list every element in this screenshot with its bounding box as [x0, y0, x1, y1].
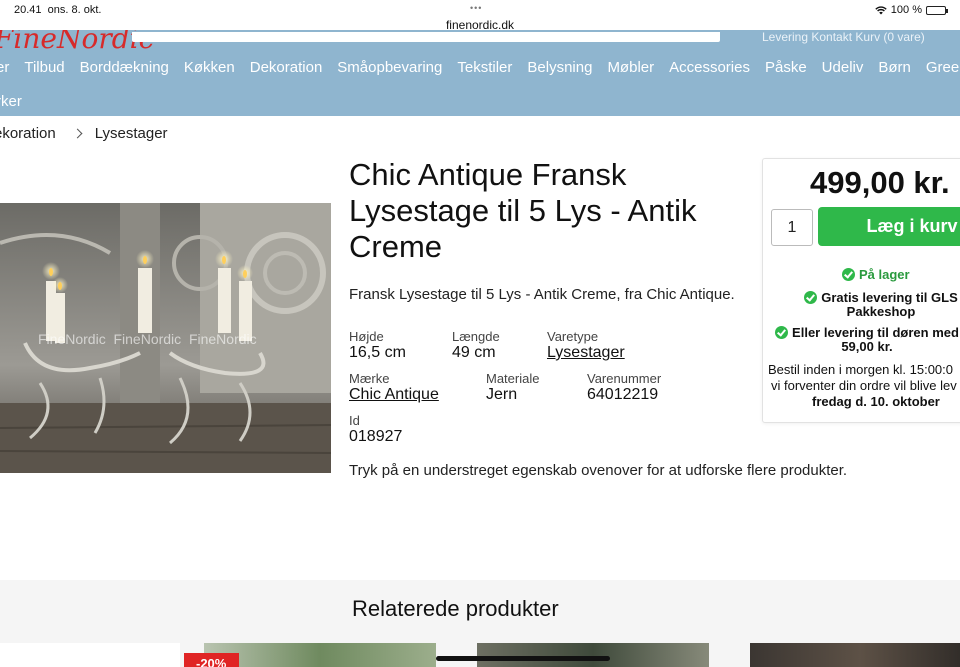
site-header: FineNordic Levering Kontakt Kurv (0 vare…: [0, 30, 960, 50]
stock-status: På lager: [842, 268, 910, 282]
add-to-cart-button[interactable]: Læg i kurv: [818, 207, 960, 246]
attr-type[interactable]: Varetype Lysestager: [547, 329, 625, 362]
nav-item-tilbud[interactable]: Tilbud: [24, 59, 64, 76]
product-card[interactable]: [477, 643, 709, 667]
image-watermark: FineNordic FineNordic FineNordic: [38, 331, 257, 347]
attr-material: Materiale Jern: [486, 371, 540, 403]
product-description: Fransk Lysestage til 5 Lys - Antik Creme…: [349, 286, 735, 303]
product-title: Chic Antique Fransk Lysestage til 5 Lys …: [349, 157, 697, 264]
tab-dots-icon[interactable]: •••: [470, 3, 482, 13]
product-card[interactable]: [0, 643, 180, 667]
nav-item-smaaopbevaring[interactable]: Småopbevaring: [337, 59, 442, 76]
clock: 20.41 ons. 8. okt.: [14, 4, 102, 16]
header-links[interactable]: Levering Kontakt Kurv (0 vare): [762, 30, 925, 44]
chevron-right-icon: [72, 128, 83, 139]
attr-height: Højde 16,5 cm: [349, 329, 406, 361]
door-delivery-note: Eller levering til døren med 59,00 kr.: [767, 326, 960, 354]
attr-id: Id 018927: [349, 413, 403, 445]
nav-item-dekoration[interactable]: Dekoration: [250, 59, 323, 76]
nav-item-borddaekning[interactable]: Borddækning: [80, 59, 169, 76]
nav-item-belysning[interactable]: Belysning: [527, 59, 592, 76]
check-circle-icon: [775, 326, 789, 339]
nav-item[interactable]: er: [0, 59, 9, 76]
breadcrumb-item[interactable]: Lysestager: [95, 125, 168, 142]
delivery-estimate: Bestil inden i morgen kl. 15:00:0 vi for…: [768, 362, 957, 409]
nav-item-boern[interactable]: Børn: [878, 59, 911, 76]
nav-item-maerker[interactable]: rker: [0, 93, 22, 110]
attr-brand[interactable]: Mærke Chic Antique: [349, 371, 439, 404]
sale-badge: -20%: [184, 653, 239, 667]
breadcrumb: ekoration Lysestager: [0, 125, 168, 142]
breadcrumb-item[interactable]: ekoration: [0, 125, 56, 142]
nav-item-tekstiler[interactable]: Tekstiler: [457, 59, 512, 76]
nav-row: er Tilbud Borddækning Køkken Dekoration Småop…: [0, 59, 960, 77]
attr-length: Længde 49 cm: [452, 329, 500, 361]
attr-sku: Varenummer 64012219: [587, 371, 662, 403]
check-circle-icon: [842, 268, 855, 281]
search-input[interactable]: [132, 32, 720, 42]
wifi-icon: [875, 5, 887, 14]
nav-item-paaske[interactable]: Påske: [765, 59, 807, 76]
product-price: 499,00 kr.: [810, 165, 950, 200]
brand-link[interactable]: Chic Antique: [349, 386, 439, 404]
type-link[interactable]: Lysestager: [547, 344, 625, 362]
attribute-hint: Tryk på en understreget egenskab ovenove…: [349, 462, 848, 479]
free-delivery-note: Gratis levering til GLS Pakkeshop: [798, 291, 960, 319]
related-title: Relaterede produkter: [352, 596, 559, 621]
product-image[interactable]: FineNordic FineNordic FineNordic: [0, 203, 331, 473]
nav-item-accessories[interactable]: Accessories: [669, 59, 750, 76]
battery-icon: [926, 5, 948, 15]
check-circle-icon: [804, 291, 818, 304]
quantity-input[interactable]: 1: [771, 209, 813, 246]
product-card[interactable]: [750, 643, 960, 667]
nav-item-koekken[interactable]: Køkken: [184, 59, 235, 76]
home-indicator[interactable]: [436, 656, 610, 661]
main-nav: er Tilbud Borddækning Køkken Dekoration Småop…: [0, 50, 960, 116]
nav-item-greengate[interactable]: GreenGate: [926, 59, 960, 76]
status-icons: 100 %: [875, 4, 948, 16]
nav-item-moebler[interactable]: Møbler: [607, 59, 654, 76]
nav-item-udeliv[interactable]: Udeliv: [822, 59, 864, 76]
battery-percent: 100 %: [890, 4, 922, 16]
